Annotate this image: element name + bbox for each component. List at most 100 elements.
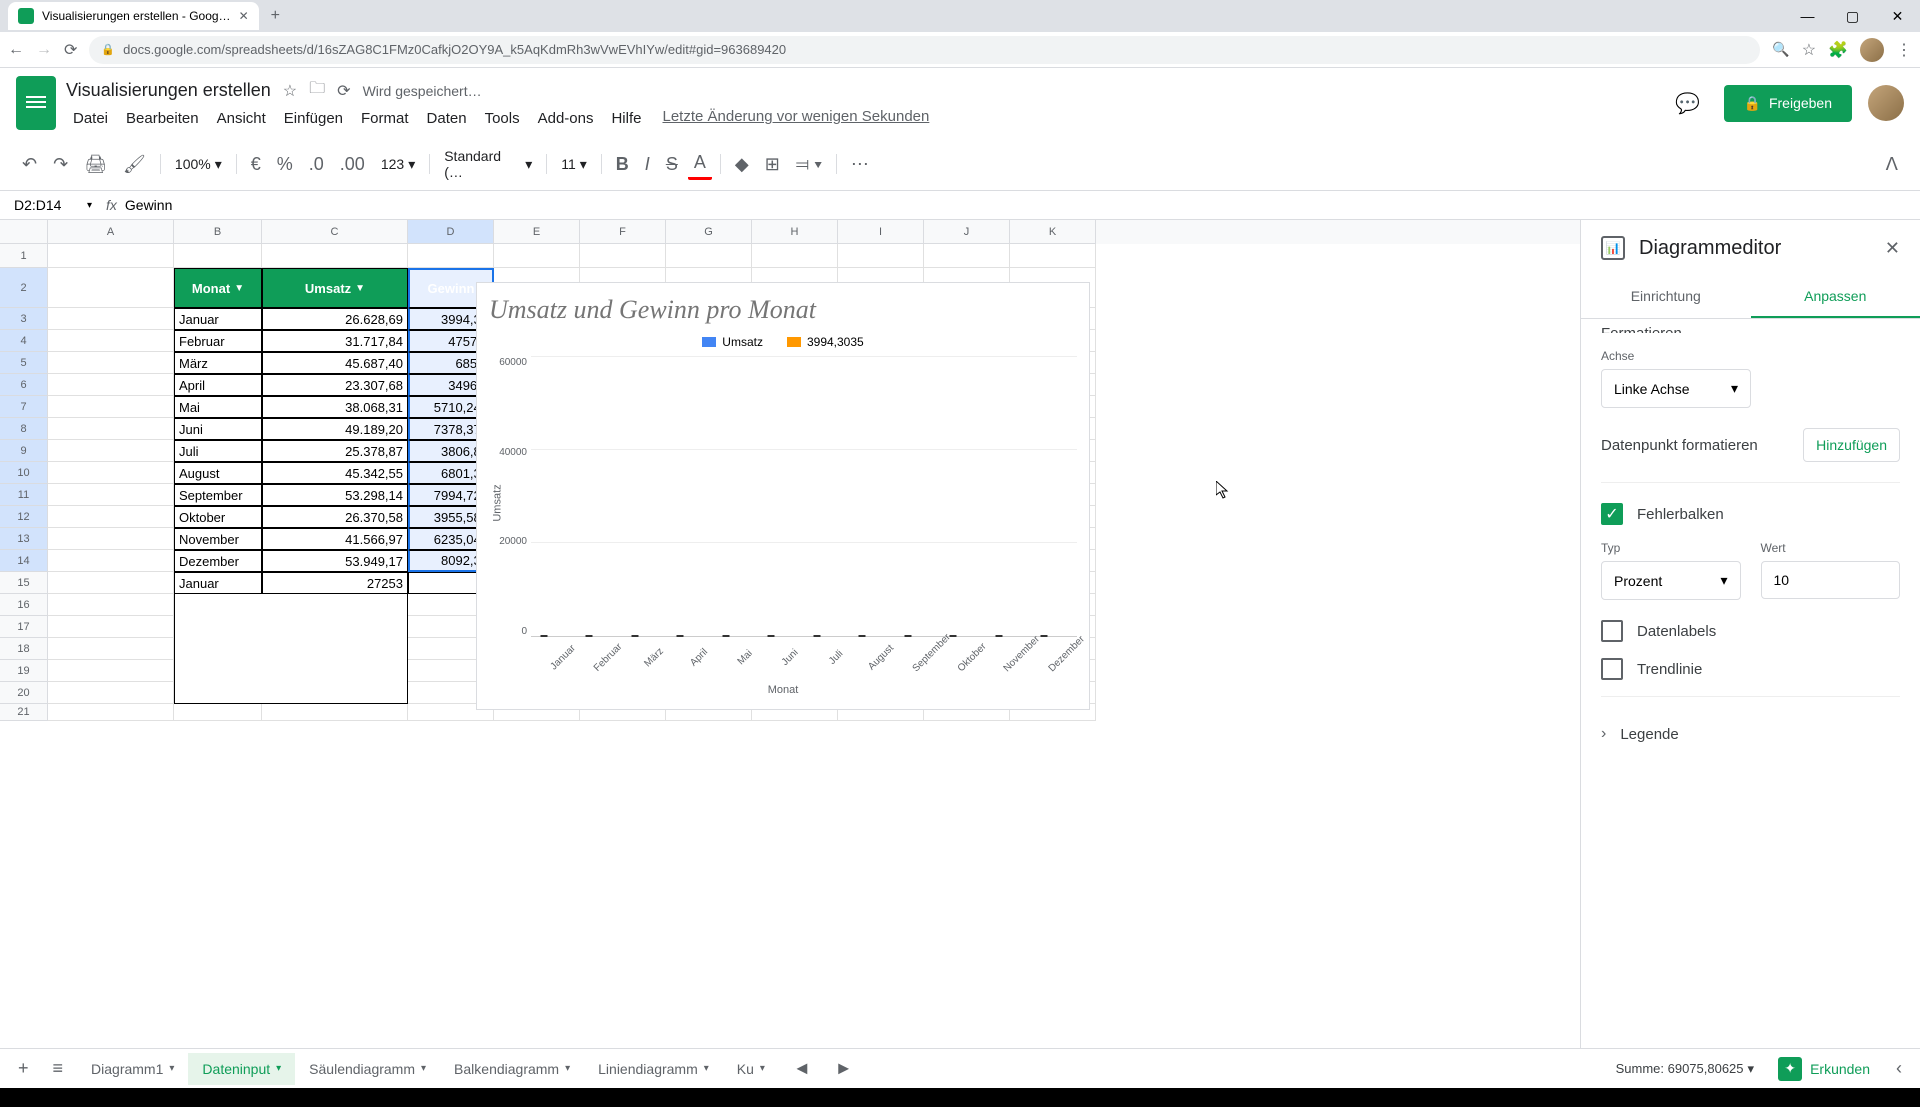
maximize-button[interactable]: ▢ — [1830, 0, 1875, 32]
side-panel-toggle[interactable]: ‹ — [1886, 1052, 1912, 1085]
row-header-17[interactable]: 17 — [0, 616, 48, 638]
cell-B11[interactable]: September — [174, 484, 262, 506]
format-select[interactable]: 123 ▾ — [375, 152, 421, 177]
reload-button[interactable]: ⟳ — [64, 40, 77, 60]
row-header-15[interactable]: 15 — [0, 572, 48, 594]
col-header-B[interactable]: B — [174, 220, 262, 244]
row-header-18[interactable]: 18 — [0, 638, 48, 660]
strike-button[interactable]: S — [660, 150, 684, 179]
back-button[interactable]: ← — [8, 41, 24, 59]
spreadsheet-area[interactable]: ABCDEFGHIJK12Monat▼Umsatz▼Gewinn3Januar2… — [0, 220, 1580, 1048]
redo-button[interactable]: ↷ — [47, 150, 74, 179]
cell-B17[interactable] — [174, 616, 262, 638]
add-datapoint-button[interactable]: Hinzufügen — [1803, 428, 1900, 462]
filter-icon[interactable]: ▼ — [234, 283, 244, 294]
errorbar-type-select[interactable]: Prozent ▾ — [1601, 561, 1741, 600]
close-editor-button[interactable]: ✕ — [1885, 238, 1900, 259]
more-button[interactable]: ⋯ — [845, 150, 875, 179]
filter-icon[interactable]: ▼ — [355, 283, 365, 294]
cell-F1[interactable] — [580, 244, 666, 268]
cell-C12[interactable]: 26.370,58 — [262, 506, 408, 528]
currency-button[interactable]: € — [245, 150, 267, 179]
decrease-decimal-button[interactable]: .0 — [303, 150, 330, 179]
menu-format[interactable]: Format — [354, 108, 416, 129]
tab-customize[interactable]: Anpassen — [1751, 276, 1920, 318]
chart-overlay[interactable]: Umsatz und Gewinn pro Monat Umsatz3994,3… — [476, 282, 1090, 710]
extension-icon[interactable]: 🧩 — [1828, 40, 1848, 60]
cell-E1[interactable] — [494, 244, 580, 268]
row-header-13[interactable]: 13 — [0, 528, 48, 550]
errorbars-checkbox[interactable]: ✓ — [1601, 503, 1623, 525]
tab-setup[interactable]: Einrichtung — [1581, 276, 1751, 318]
cell-A18[interactable] — [48, 638, 174, 660]
fontsize-select[interactable]: 11 ▾ — [555, 152, 593, 177]
cell-B21[interactable] — [174, 704, 262, 721]
borders-button[interactable]: ⊞ — [759, 150, 786, 179]
cell-I1[interactable] — [838, 244, 924, 268]
cell-A16[interactable] — [48, 594, 174, 616]
share-button[interactable]: 🔒 Freigeben — [1724, 85, 1852, 122]
cell-B3[interactable]: Januar — [174, 308, 262, 330]
cell-A21[interactable] — [48, 704, 174, 721]
menu-daten[interactable]: Daten — [420, 108, 474, 129]
cell-C18[interactable] — [262, 638, 408, 660]
minimize-button[interactable]: — — [1785, 0, 1830, 32]
trendline-checkbox[interactable] — [1601, 658, 1623, 680]
cell-H1[interactable] — [752, 244, 838, 268]
select-all-corner[interactable] — [0, 220, 48, 244]
row-header-19[interactable]: 19 — [0, 660, 48, 682]
cell-C10[interactable]: 45.342,55 — [262, 462, 408, 484]
cell-A12[interactable] — [48, 506, 174, 528]
menu-tools[interactable]: Tools — [478, 108, 527, 129]
cell-C17[interactable] — [262, 616, 408, 638]
cell-C19[interactable] — [262, 660, 408, 682]
row-header-2[interactable]: 2 — [0, 268, 48, 308]
last-edit-link[interactable]: Letzte Änderung vor wenigen Sekunden — [662, 108, 929, 129]
collapse-toolbar-button[interactable]: ᐱ — [1880, 150, 1904, 179]
zoom-select[interactable]: 100% ▾ — [169, 152, 228, 177]
cell-B9[interactable]: Juli — [174, 440, 262, 462]
row-header-6[interactable]: 6 — [0, 374, 48, 396]
browser-tab[interactable]: Visualisierungen erstellen - Goog… ✕ — [8, 2, 259, 30]
cell-C14[interactable]: 53.949,17 — [262, 550, 408, 572]
percent-button[interactable]: % — [271, 150, 299, 179]
increase-decimal-button[interactable]: .00 — [334, 150, 371, 179]
row-header-3[interactable]: 3 — [0, 308, 48, 330]
cell-K1[interactable] — [1010, 244, 1096, 268]
cell-A15[interactable] — [48, 572, 174, 594]
menu-datei[interactable]: Datei — [66, 108, 115, 129]
cell-D1[interactable] — [408, 244, 494, 268]
cell-C3[interactable]: 26.628,69 — [262, 308, 408, 330]
menu-einfügen[interactable]: Einfügen — [277, 108, 350, 129]
cell-B5[interactable]: März — [174, 352, 262, 374]
bold-button[interactable]: B — [610, 150, 635, 179]
legend-section[interactable]: › Legende — [1601, 711, 1900, 757]
col-header-G[interactable]: G — [666, 220, 752, 244]
tab-close-icon[interactable]: ✕ — [239, 9, 249, 23]
explore-button[interactable]: ✦ Erkunden — [1766, 1051, 1882, 1087]
sheets-logo-icon[interactable] — [16, 76, 56, 130]
col-header-F[interactable]: F — [580, 220, 666, 244]
row-header-12[interactable]: 12 — [0, 506, 48, 528]
cell-A2[interactable] — [48, 268, 174, 308]
menu-bearbeiten[interactable]: Bearbeiten — [119, 108, 206, 129]
col-header-I[interactable]: I — [838, 220, 924, 244]
star-icon[interactable]: ☆ — [1802, 40, 1816, 60]
menu-hilfe[interactable]: Hilfe — [604, 108, 648, 129]
cell-C16[interactable] — [262, 594, 408, 616]
cell-B16[interactable] — [174, 594, 262, 616]
cell-B7[interactable]: Mai — [174, 396, 262, 418]
add-sheet-button[interactable]: + — [8, 1052, 39, 1085]
row-header-7[interactable]: 7 — [0, 396, 48, 418]
row-header-16[interactable]: 16 — [0, 594, 48, 616]
cell-C8[interactable]: 49.189,20 — [262, 418, 408, 440]
fill-color-button[interactable]: ◆ — [729, 150, 755, 179]
cell-B19[interactable] — [174, 660, 262, 682]
cell-B14[interactable]: Dezember — [174, 550, 262, 572]
cell-A17[interactable] — [48, 616, 174, 638]
profile-avatar[interactable] — [1860, 38, 1884, 62]
cell-A14[interactable] — [48, 550, 174, 572]
cell-B12[interactable]: Oktober — [174, 506, 262, 528]
row-header-1[interactable]: 1 — [0, 244, 48, 268]
formula-input[interactable]: Gewinn — [125, 197, 172, 213]
